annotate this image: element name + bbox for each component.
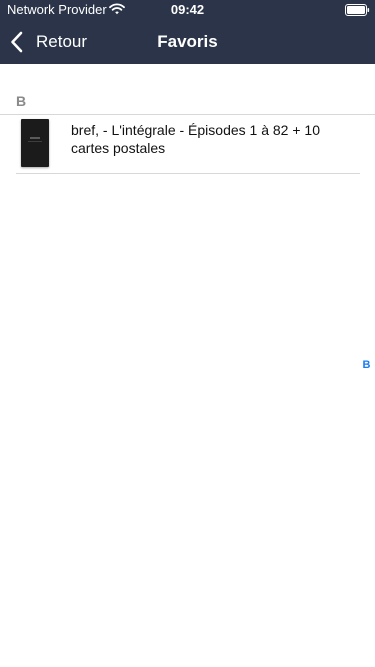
thumbnail-mark — [30, 137, 40, 139]
favorite-list-item[interactable]: bref, - L'intégrale - Épisodes 1 à 82 + … — [16, 115, 360, 174]
section-index-letter[interactable]: B — [358, 358, 375, 372]
status-bar: Network Provider 09:42 — [0, 0, 375, 20]
thumbnail-mark — [28, 141, 42, 142]
navigation-bar: Retour Favoris — [0, 20, 375, 64]
item-divider — [16, 173, 360, 174]
favorites-screen: Network Provider 09:42 Retour Favoris B … — [0, 0, 375, 667]
product-thumbnail — [21, 119, 49, 167]
page-title: Favoris — [157, 32, 218, 51]
app-header: Network Provider 09:42 Retour Favoris — [0, 0, 375, 64]
section-header: B — [16, 93, 27, 109]
battery-icon — [345, 4, 370, 16]
favorite-item-title: bref, - L'intégrale - Épisodes 1 à 82 + … — [71, 122, 320, 156]
status-time: 09:42 — [170, 2, 205, 17]
